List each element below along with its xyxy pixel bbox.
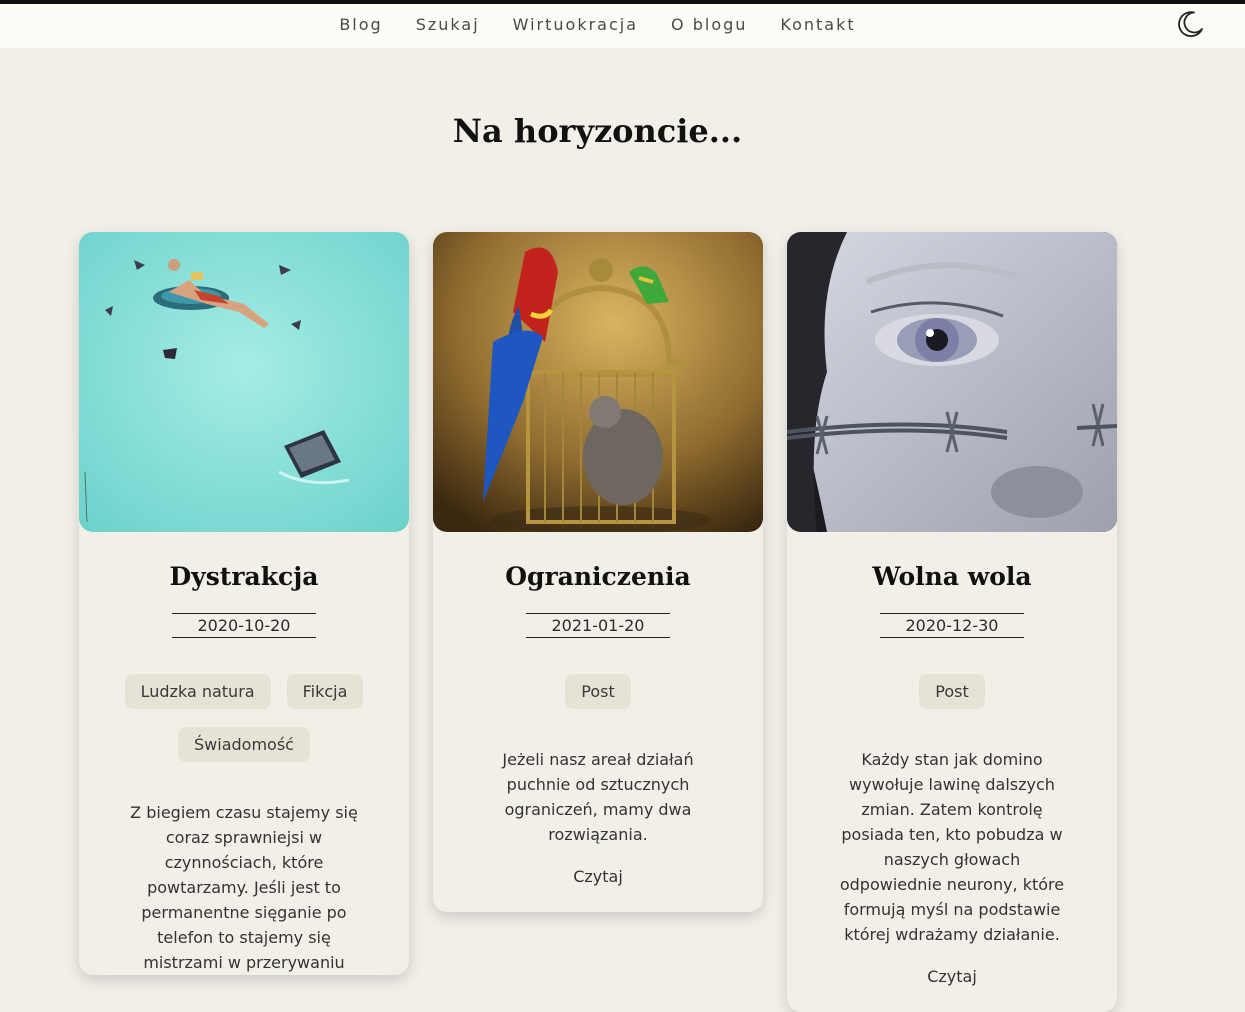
post-excerpt: Każdy stan jak domino wywołuje lawinę da… bbox=[839, 750, 1065, 944]
page-title: Na horyzoncie... bbox=[452, 112, 743, 150]
tag-swiadomosc[interactable]: Świadomość bbox=[178, 727, 310, 762]
post-image[interactable] bbox=[433, 232, 763, 532]
post-image[interactable] bbox=[79, 232, 409, 532]
post-card-dystrakcja: Dystrakcja 2020-10-20 Ludzka natura Fikc… bbox=[79, 232, 409, 975]
tag-post[interactable]: Post bbox=[565, 674, 631, 709]
date-wrapper: 2021-01-20 bbox=[433, 613, 763, 638]
post-title[interactable]: Dystrakcja bbox=[79, 562, 409, 591]
nav-link-blog[interactable]: Blog bbox=[339, 15, 382, 34]
moon-icon bbox=[1178, 11, 1203, 38]
nav-link-search[interactable]: Szukaj bbox=[416, 15, 480, 34]
read-more-link[interactable]: Czytaj bbox=[433, 867, 763, 912]
read-more-link[interactable]: Czytaj bbox=[787, 967, 1117, 1012]
date-wrapper: 2020-12-30 bbox=[787, 613, 1117, 638]
post-card-ograniczenia: Ograniczenia 2021-01-20 Post Jeżeli nasz… bbox=[433, 232, 763, 912]
date-wrapper: 2020-10-20 bbox=[79, 613, 409, 638]
tag-list: Ludzka natura Fikcja Świadomość bbox=[79, 674, 409, 762]
post-title[interactable]: Ograniczenia bbox=[433, 562, 763, 591]
post-card-wolna-wola: Wolna wola 2020-12-30 Post Każdy stan ja… bbox=[787, 232, 1117, 1012]
theme-toggle-button[interactable] bbox=[1172, 6, 1208, 42]
post-date: 2021-01-20 bbox=[525, 613, 671, 638]
tag-fikcja[interactable]: Fikcja bbox=[286, 674, 364, 709]
post-date: 2020-10-20 bbox=[171, 613, 317, 638]
nav-link-wirtuokracja[interactable]: Wirtuokracja bbox=[513, 15, 638, 34]
tag-ludzka-natura[interactable]: Ludzka natura bbox=[124, 674, 271, 709]
nav-link-about[interactable]: O blogu bbox=[671, 15, 747, 34]
navbar: Blog Szukaj Wirtuokracja O blogu Kontakt bbox=[0, 4, 1245, 48]
post-excerpt: Z biegiem czasu stajemy się coraz sprawn… bbox=[130, 803, 358, 972]
tag-list: Post bbox=[787, 674, 1117, 709]
nav-links: Blog Szukaj Wirtuokracja O blogu Kontakt bbox=[0, 4, 1195, 44]
nav-link-contact[interactable]: Kontakt bbox=[780, 15, 855, 34]
tag-post[interactable]: Post bbox=[919, 674, 985, 709]
post-date: 2020-12-30 bbox=[879, 613, 1025, 638]
post-excerpt: Jeżeli nasz areał działań puchnie od szt… bbox=[502, 750, 694, 844]
tag-list: Post bbox=[433, 674, 763, 709]
post-image[interactable] bbox=[787, 232, 1117, 532]
post-title[interactable]: Wolna wola bbox=[787, 562, 1117, 591]
